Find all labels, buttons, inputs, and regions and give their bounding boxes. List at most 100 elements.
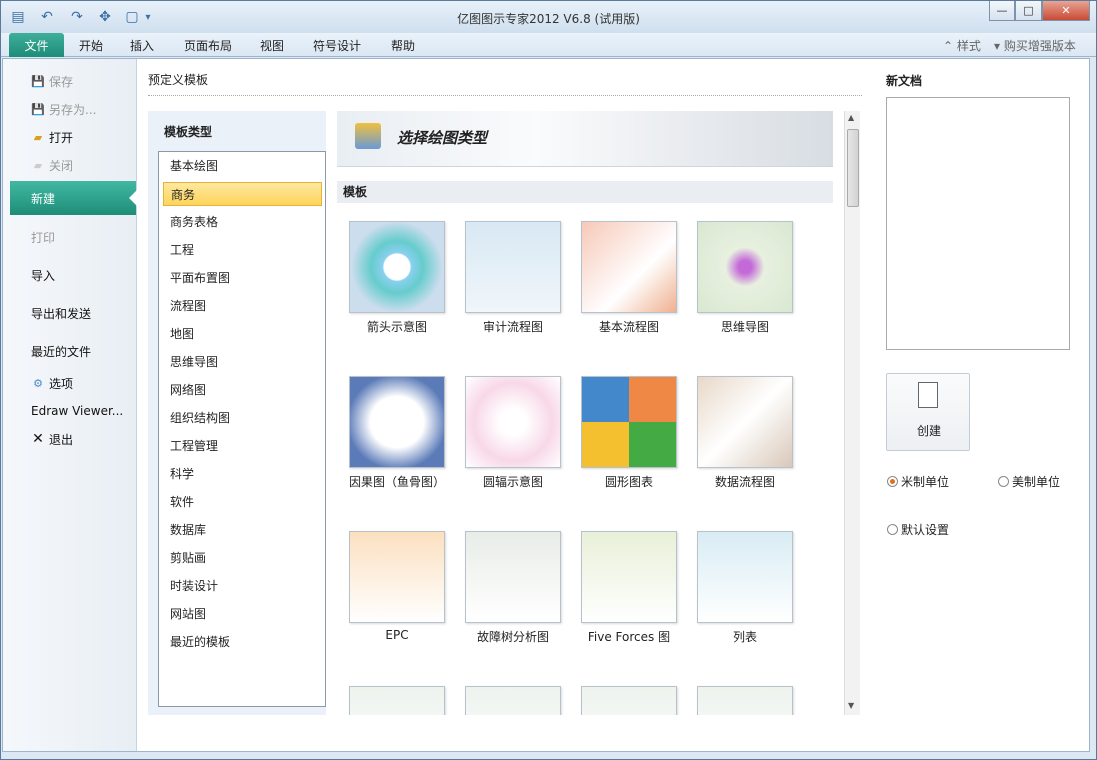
category-item[interactable]: 科学 [163, 462, 322, 486]
template-thumbnail[interactable] [581, 686, 677, 715]
save-icon: 💾 [31, 75, 45, 88]
tab-help[interactable]: 帮助 [391, 37, 415, 54]
template-item[interactable]: 圆辐示意图 [453, 376, 563, 496]
save-as-icon: 💾 [31, 103, 45, 116]
category-item[interactable]: 商务表格 [163, 210, 322, 234]
template-label: EPC [385, 628, 409, 642]
nav-import[interactable]: 导入 [31, 267, 55, 284]
buy-label: 购买增强版本 [1003, 39, 1076, 53]
exit-icon: ✕ [32, 431, 44, 447]
template-item[interactable]: 箭头示意图 [337, 221, 447, 341]
radio-checked-icon [887, 476, 898, 487]
template-thumbnail [697, 531, 793, 623]
category-item[interactable]: 商务 [163, 182, 322, 206]
template-thumbnail [465, 531, 561, 623]
nav-recent[interactable]: 最近的文件 [31, 343, 91, 360]
template-label: 因果图（鱼骨图） [348, 475, 445, 489]
template-thumbnail [581, 221, 677, 313]
close-button[interactable]: ✕ [1042, 1, 1090, 21]
template-item[interactable]: Five Forces 图 [569, 531, 679, 651]
category-item[interactable]: 思维导图 [163, 350, 322, 374]
nav-save[interactable]: 💾 保存 [31, 73, 73, 90]
template-thumbnail [349, 531, 445, 623]
new-doc-title: 新文档 [886, 74, 923, 88]
vertical-scrollbar[interactable]: ▲ ▼ [844, 111, 860, 715]
radio-unchecked-icon [998, 476, 1009, 487]
category-item[interactable]: 最近的模板 [163, 630, 322, 654]
chevron-down-icon: ▾ [994, 39, 1004, 53]
template-item[interactable]: EPC [337, 531, 447, 651]
template-item[interactable]: 数据流程图 [685, 376, 795, 496]
backstage-content: 💾 保存 💾 另存为... ▰ 打开 ▰ 关闭 新建 打印 导入 导出和发送 最近的文件… [2, 58, 1090, 752]
tab-home[interactable]: 开始 [79, 37, 103, 54]
ribbon-tabs: 文件 开始 插入 页面布局 视图 符号设计 帮助 ⌃ 样式 ▾ 购买增强版本 [1, 33, 1096, 57]
category-item[interactable]: 工程 [163, 238, 322, 262]
scroll-down-icon[interactable]: ▼ [848, 701, 854, 710]
template-item[interactable]: 思维导图 [685, 221, 795, 341]
template-label: 圆辐示意图 [482, 475, 543, 489]
scroll-up-icon[interactable]: ▲ [848, 113, 854, 122]
category-item[interactable]: 软件 [163, 490, 322, 514]
metric-radio[interactable]: 米制单位 [887, 473, 949, 490]
category-item[interactable]: 网络图 [163, 378, 322, 402]
template-item[interactable]: 故障树分析图 [453, 531, 563, 651]
buy-menu[interactable]: ▾ 购买增强版本 [994, 37, 1076, 54]
banner-title: 选择绘图类型 [397, 129, 488, 147]
scroll-thumb[interactable] [847, 129, 859, 207]
template-item[interactable]: 基本流程图 [569, 221, 679, 341]
window-title: 亿图图示专家2012 V6.8 (试用版) [457, 12, 640, 26]
nav-export-label: 导出和发送 [31, 307, 92, 321]
style-menu[interactable]: ⌃ 样式 [943, 37, 981, 54]
tab-insert[interactable]: 插入 [130, 37, 154, 54]
nav-recent-label: 最近的文件 [31, 345, 92, 359]
default-radio[interactable]: 默认设置 [887, 521, 949, 538]
metric-label: 米制单位 [901, 475, 950, 489]
create-button[interactable]: 创建 [886, 373, 970, 451]
nav-save-label: 保存 [49, 75, 74, 89]
tab-page-layout[interactable]: 页面布局 [184, 37, 232, 54]
nav-export[interactable]: 导出和发送 [31, 305, 91, 322]
tab-view[interactable]: 视图 [260, 37, 284, 54]
category-item[interactable]: 基本绘图 [163, 154, 322, 178]
category-item[interactable]: 网站图 [163, 602, 322, 626]
radio-unchecked-icon [887, 524, 898, 535]
nav-viewer[interactable]: Edraw Viewer... [31, 404, 123, 418]
template-type-icon [355, 123, 381, 149]
category-item[interactable]: 地图 [163, 322, 322, 346]
us-radio[interactable]: 美制单位 [998, 473, 1060, 490]
template-thumbnail[interactable] [465, 686, 561, 715]
template-thumbnail[interactable] [697, 686, 793, 715]
template-item[interactable]: 圆形图表 [569, 376, 679, 496]
template-label: 审计流程图 [482, 320, 543, 334]
nav-save-as-label: 另存为... [49, 103, 97, 117]
style-label: 样式 [956, 39, 981, 53]
category-item[interactable]: 平面布置图 [163, 266, 322, 290]
category-item[interactable]: 时装设计 [163, 574, 322, 598]
nav-new[interactable]: 新建 [10, 181, 137, 215]
nav-exit[interactable]: ✕ 退出 [31, 431, 73, 448]
minimize-button[interactable]: — [989, 1, 1015, 21]
category-item[interactable]: 流程图 [163, 294, 322, 318]
category-item[interactable]: 剪贴画 [163, 546, 322, 570]
nav-save-as[interactable]: 💾 另存为... [31, 101, 96, 118]
tab-file[interactable]: 文件 [9, 33, 64, 57]
template-thumbnail [697, 221, 793, 313]
template-thumbnail[interactable] [349, 686, 445, 715]
template-item[interactable]: 列表 [685, 531, 795, 651]
template-label: 故障树分析图 [476, 630, 549, 644]
category-item[interactable]: 工程管理 [163, 434, 322, 458]
maximize-button[interactable]: □ [1015, 1, 1042, 21]
nav-open[interactable]: ▰ 打开 [31, 129, 73, 146]
nav-print[interactable]: 打印 [31, 229, 55, 246]
nav-open-label: 打开 [49, 131, 74, 145]
template-item[interactable]: 因果图（鱼骨图） [337, 376, 447, 496]
selection-arrow [129, 190, 137, 206]
nav-close[interactable]: ▰ 关闭 [31, 157, 73, 174]
nav-options[interactable]: ⚙ 选项 [31, 375, 73, 392]
template-item[interactable]: 审计流程图 [453, 221, 563, 341]
category-item[interactable]: 数据库 [163, 518, 322, 542]
templates-header: 模板 [337, 181, 833, 203]
category-item[interactable]: 组织结构图 [163, 406, 322, 430]
tab-symbol-design[interactable]: 符号设计 [313, 37, 361, 54]
template-thumbnail [349, 376, 445, 468]
